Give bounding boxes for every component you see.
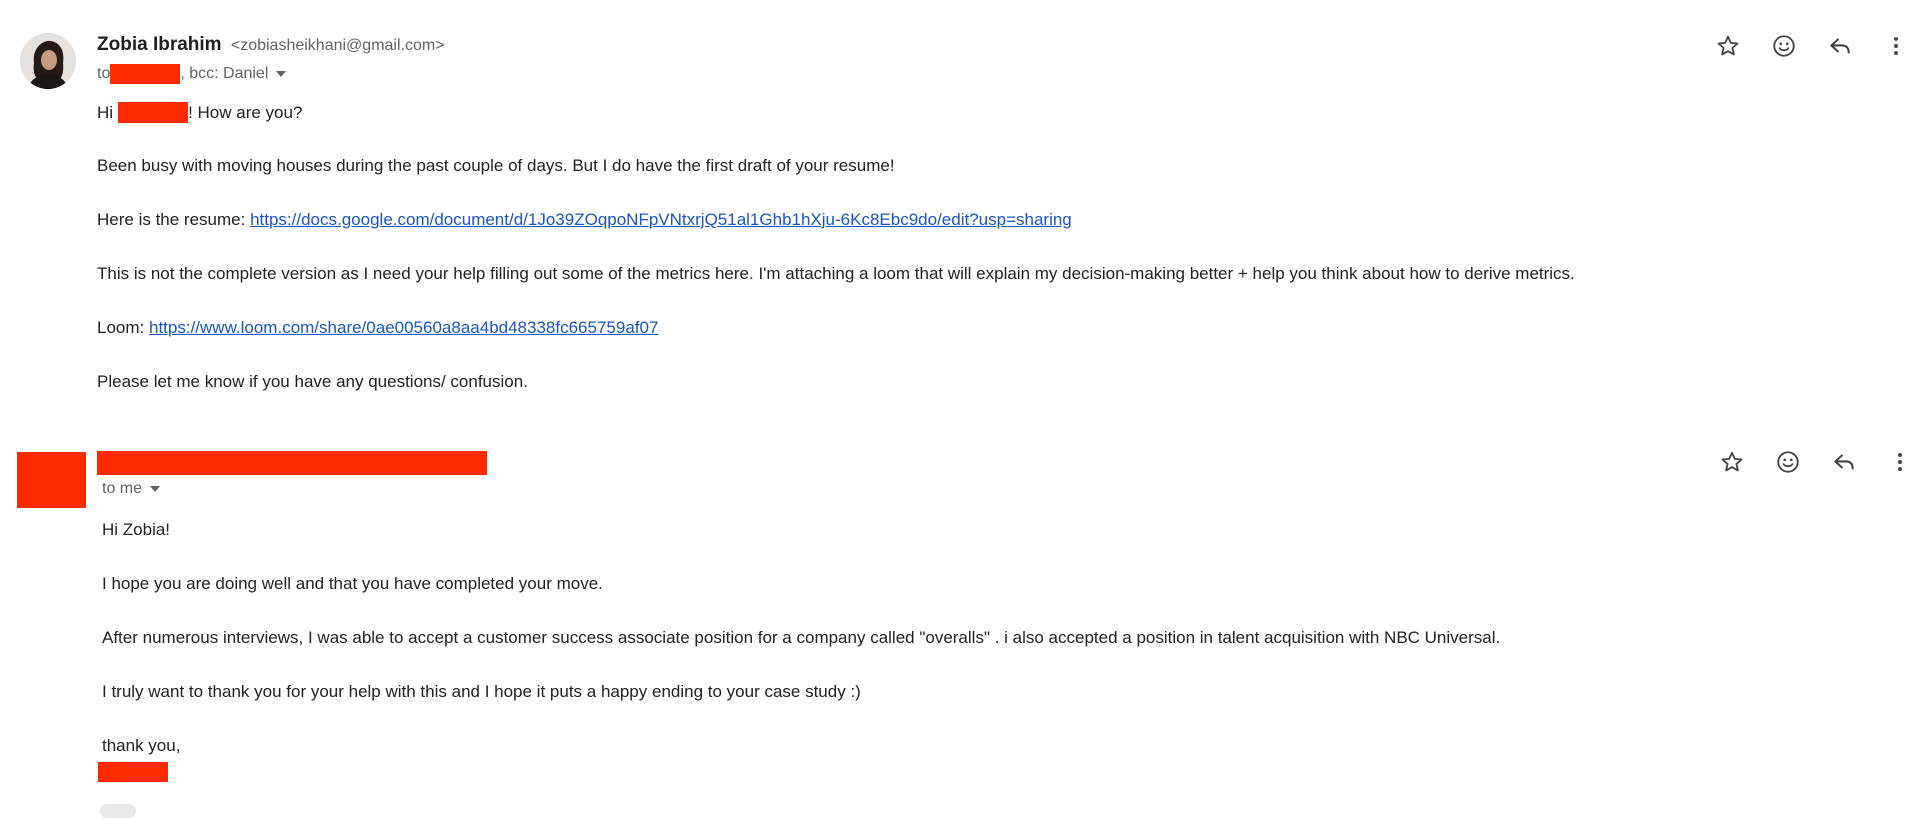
body-paragraph: I truly want to thank you for your help …: [102, 682, 861, 701]
redacted-name: [118, 102, 189, 123]
greeting-suffix: ! How are you?: [188, 102, 303, 122]
recipients-line: to , bcc: Daniel: [97, 64, 287, 84]
resume-link[interactable]: https://docs.google.com/document/d/1Jo39…: [250, 210, 1072, 229]
greeting: Hi Zobia!: [102, 520, 171, 539]
reply-icon[interactable]: [1824, 442, 1864, 482]
loom-link[interactable]: https://www.loom.com/share/0ae00560a8aa4…: [149, 318, 658, 337]
signoff: thank you,: [102, 736, 181, 755]
sender-avatar[interactable]: [20, 33, 76, 89]
redacted-recipient: [110, 64, 181, 84]
message-2-actions: [1696, 442, 1920, 482]
greeting-prefix: Hi: [97, 102, 114, 122]
star-icon[interactable]: [1712, 442, 1752, 482]
to-label: to: [97, 65, 111, 82]
more-icon[interactable]: [1876, 26, 1916, 66]
redacted-sender-name: [97, 451, 487, 475]
greeting-line: Hi ! How are you?: [97, 102, 302, 123]
body-paragraph: I hope you are doing well and that you h…: [102, 574, 603, 593]
resume-line: Here is the resume: https://docs.google.…: [97, 210, 1072, 230]
avatar-photo-icon: [20, 33, 76, 89]
loom-label: Loom:: [97, 318, 149, 337]
sender-name: Zobia Ibrahim: [97, 34, 222, 55]
loom-line: Loom: https://www.loom.com/share/0ae0056…: [97, 318, 658, 338]
redacted-avatar[interactable]: [17, 452, 86, 508]
more-icon[interactable]: [1880, 442, 1920, 482]
body-paragraph: After numerous interviews, I was able to…: [102, 628, 1501, 647]
chevron-down-icon[interactable]: [150, 486, 161, 492]
redacted-signature: [98, 762, 168, 782]
chevron-down-icon[interactable]: [276, 71, 287, 77]
emoji-icon[interactable]: [1768, 442, 1808, 482]
reply-icon[interactable]: [1820, 26, 1860, 66]
body-paragraph: Been busy with moving houses during the …: [97, 156, 895, 175]
message-1-actions: [1692, 26, 1916, 66]
recipients-line: to me: [102, 480, 161, 498]
star-icon[interactable]: [1708, 26, 1748, 66]
body-paragraph: Please let me know if you have any quest…: [97, 372, 528, 391]
sender-email: <zobiasheikhani@gmail.com>: [230, 37, 445, 54]
sender-line: Zobia Ibrahim <zobiasheikhani@gmail.com>: [97, 34, 445, 56]
emoji-icon[interactable]: [1764, 26, 1804, 66]
to-me-label: to me: [102, 480, 143, 497]
body-paragraph: This is not the complete version as I ne…: [97, 264, 1575, 283]
recipients-rest: , bcc: Daniel: [180, 65, 269, 82]
resume-label: Here is the resume:: [97, 210, 251, 229]
show-trimmed-content-button[interactable]: [100, 804, 136, 818]
